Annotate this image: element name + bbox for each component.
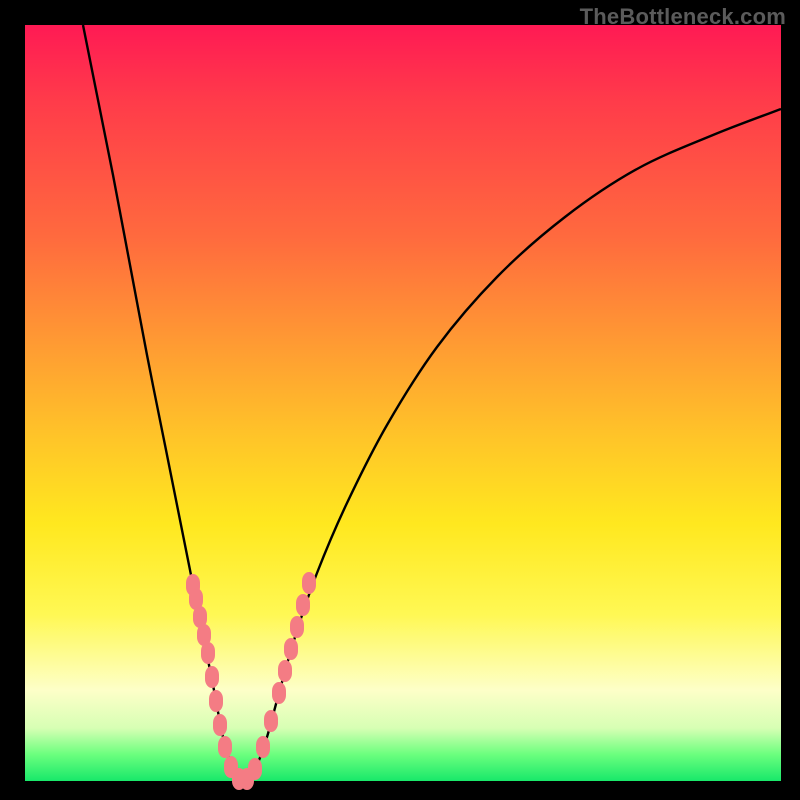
marker-dot (264, 710, 278, 732)
marker-dot (213, 714, 227, 736)
left-curve (83, 25, 243, 781)
marker-dot (205, 666, 219, 688)
marker-dot (302, 572, 316, 594)
marker-dot (272, 682, 286, 704)
marker-cluster (186, 572, 316, 790)
marker-dot (209, 690, 223, 712)
marker-dot (218, 736, 232, 758)
marker-dot (201, 642, 215, 664)
curve-layer (25, 25, 781, 781)
plot-area (25, 25, 781, 781)
marker-dot (290, 616, 304, 638)
marker-dot (278, 660, 292, 682)
chart-stage: TheBottleneck.com (0, 0, 800, 800)
marker-dot (248, 758, 262, 780)
marker-dot (256, 736, 270, 758)
right-curve (243, 109, 781, 781)
marker-dot (296, 594, 310, 616)
marker-dot (284, 638, 298, 660)
